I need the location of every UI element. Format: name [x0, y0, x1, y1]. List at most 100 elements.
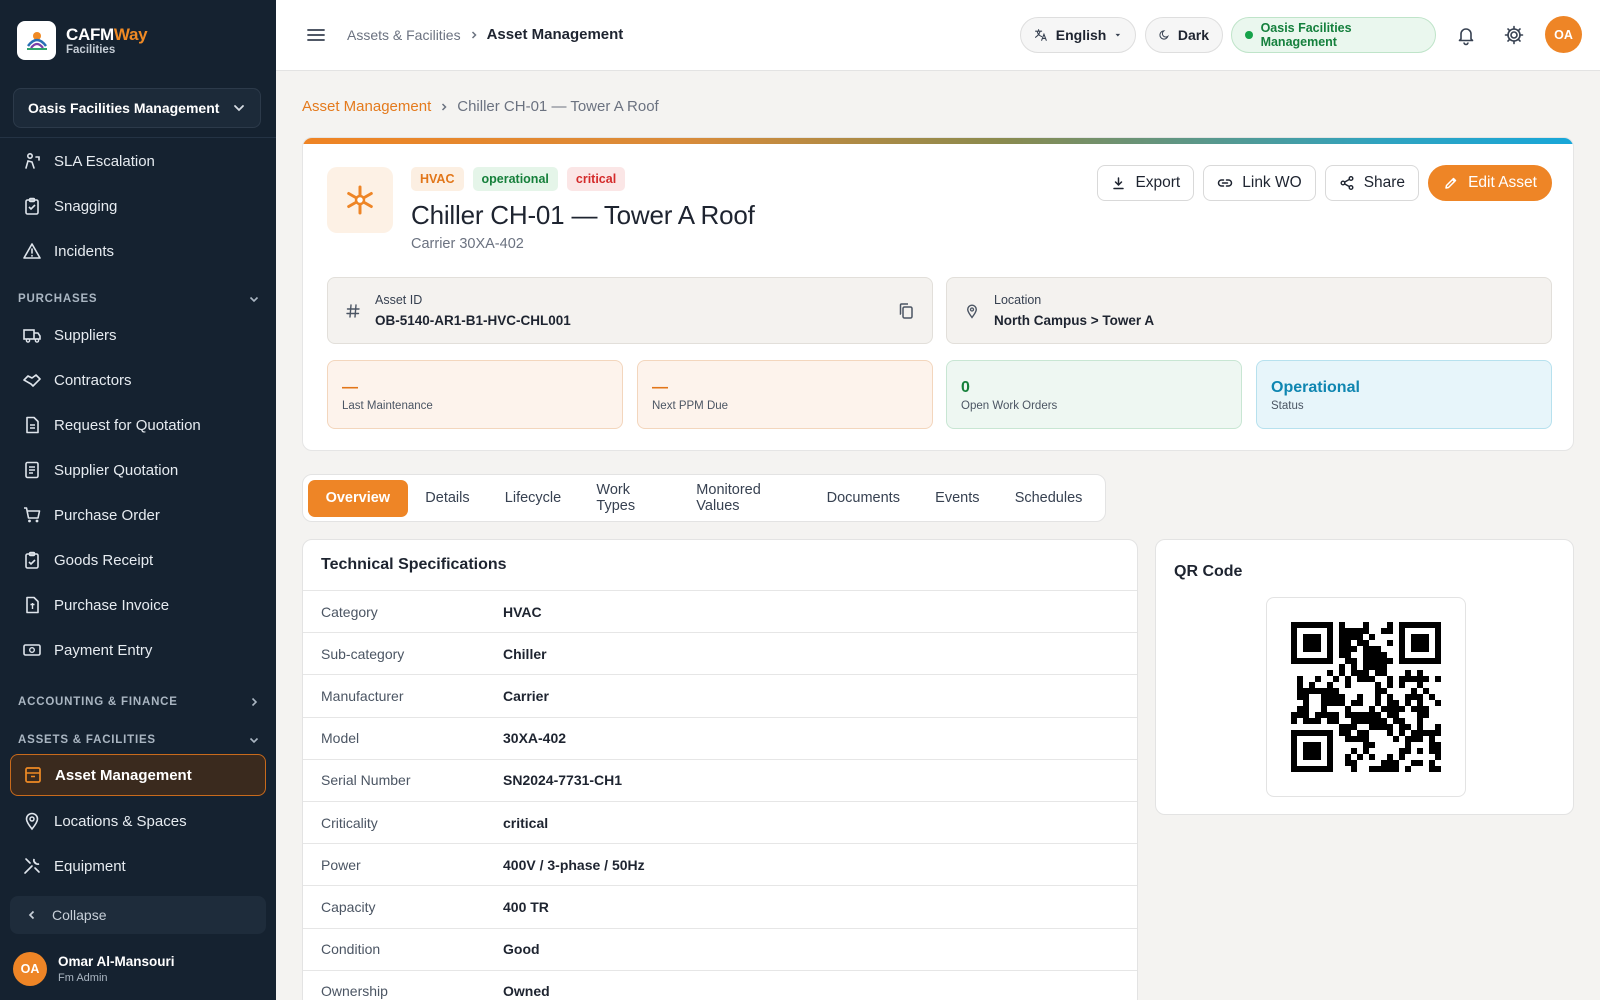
truck-icon	[23, 329, 41, 343]
stat-label: Last Maintenance	[342, 400, 433, 412]
link-wo-label: Link WO	[1242, 174, 1302, 191]
spec-value: Owned	[503, 983, 550, 1000]
sidebar-item-equipment[interactable]: Equipment	[10, 846, 266, 886]
sidebar-item-label: Locations & Spaces	[54, 812, 187, 830]
translate-icon	[1034, 29, 1047, 41]
tab-overview[interactable]: Overview	[308, 479, 408, 517]
spec-value: 400 TR	[503, 898, 549, 915]
handshake-icon	[23, 374, 41, 387]
tab-work-types[interactable]: Work Types	[579, 480, 679, 517]
org-status-badge[interactable]: Oasis Facilities Management	[1231, 17, 1436, 53]
sidebar-section-label: PURCHASES	[18, 293, 98, 305]
chevron-right-icon	[442, 102, 447, 111]
breadcrumb-current: Asset Management	[486, 26, 624, 43]
tools-icon	[24, 858, 40, 874]
brand-name: CAFMWay	[66, 24, 148, 44]
stat-label: Open Work Orders	[961, 400, 1058, 412]
bell-icon[interactable]	[1455, 24, 1477, 46]
sidebar-item-sla-escalation[interactable]: SLA Escalation	[10, 141, 266, 181]
gear-icon[interactable]	[1503, 24, 1525, 46]
breadcrumb-link[interactable]: Asset Management	[302, 98, 431, 115]
tab-schedules[interactable]: Schedules	[997, 480, 1100, 517]
tab-monitored-values[interactable]: Monitored Values	[679, 480, 809, 517]
tab-documents[interactable]: Documents	[809, 480, 918, 517]
export-button[interactable]: Export	[1097, 165, 1195, 201]
spec-value: critical	[503, 814, 549, 831]
tab-events[interactable]: Events	[918, 480, 998, 517]
chevron-down-icon	[234, 105, 244, 112]
asset-header-card: HVAC operational critical Chiller CH-01 …	[302, 137, 1574, 451]
spec-key: Category	[321, 603, 378, 620]
hamburger-menu-icon[interactable]	[305, 24, 327, 46]
breadcrumb: Assets & Facilities Asset Management	[347, 26, 623, 43]
sidebar-section-purchases[interactable]: PURCHASES	[18, 290, 260, 308]
org-status-label: Oasis Facilities Management	[1260, 21, 1352, 49]
table-row: Power 400V / 3-phase / 50Hz	[303, 843, 1137, 885]
sla-escalation-icon	[25, 152, 40, 169]
sidebar-user[interactable]: OA Omar Al-Mansouri Fm Admin	[13, 952, 175, 986]
theme-toggle[interactable]: Dark	[1145, 17, 1223, 53]
stat-next-ppm-due: — Next PPM Due	[637, 360, 933, 429]
sidebar-item-label: Contractors	[54, 371, 132, 389]
sidebar-item-label: Equipment	[54, 857, 126, 875]
qr-code-card: QR Code	[1155, 539, 1574, 815]
table-row: Criticality critical	[303, 800, 1137, 843]
stat-label: Status	[1271, 400, 1304, 412]
sidebar-item-label: Payment Entry	[54, 641, 153, 659]
sidebar: CAFMWay Facilities Oasis Facilities Mana…	[0, 0, 276, 1000]
sidebar-item-locations-spaces[interactable]: Locations & Spaces	[10, 801, 266, 841]
asset-id-value: OB-5140-AR1-B1-HVC-CHL001	[375, 313, 571, 328]
sidebar-item-supplier-quotation[interactable]: Supplier Quotation	[10, 450, 266, 490]
sidebar-item-goods-receipt[interactable]: Goods Receipt	[10, 540, 266, 580]
sidebar-item-incidents[interactable]: Incidents	[10, 231, 266, 271]
spec-key: Model	[321, 730, 360, 747]
link-wo-button[interactable]: Link WO	[1203, 165, 1316, 201]
status-dot-icon	[1245, 31, 1253, 39]
sidebar-item-purchase-invoice[interactable]: Purchase Invoice	[10, 585, 266, 625]
sidebar-item-payment-entry[interactable]: Payment Entry	[10, 630, 266, 670]
sidebar-item-purchase-order[interactable]: Purchase Order	[10, 495, 266, 535]
copy-icon[interactable]	[897, 302, 915, 320]
spec-key: Criticality	[321, 814, 378, 831]
location-box: Location North Campus > Tower A	[946, 277, 1552, 344]
sidebar-section-assets[interactable]: ASSETS & FACILITIES	[18, 731, 260, 749]
tab-lifecycle[interactable]: Lifecycle	[487, 480, 579, 517]
share-button[interactable]: Share	[1324, 165, 1420, 201]
spec-key: Power	[321, 856, 361, 873]
brand[interactable]: CAFMWay Facilities	[0, 0, 276, 80]
quotation-icon	[25, 461, 39, 479]
clipboard-check-icon	[25, 551, 39, 569]
breadcrumb-current: Chiller CH-01 — Tower A Roof	[457, 98, 659, 115]
language-selector[interactable]: English	[1020, 17, 1136, 53]
edit-asset-button[interactable]: Edit Asset	[1428, 165, 1552, 201]
sidebar-item-label: Request for Quotation	[54, 416, 201, 434]
table-row: Capacity 400 TR	[303, 885, 1137, 927]
sidebar-item-label: Asset Management	[55, 766, 192, 784]
sidebar-item-request-for-quotation[interactable]: Request for Quotation	[10, 405, 266, 445]
brand-logo-icon	[17, 20, 56, 60]
sidebar-item-asset-management[interactable]: Asset Management	[10, 754, 266, 796]
sidebar-item-suppliers[interactable]: Suppliers	[10, 315, 266, 355]
asset-id-box: Asset ID OB-5140-AR1-B1-HVC-CHL001	[327, 277, 933, 344]
sidebar-item-snagging[interactable]: Snagging	[10, 186, 266, 226]
stat-value: 0	[961, 379, 970, 396]
spec-key: Sub-category	[321, 645, 405, 662]
org-selector[interactable]: Oasis Facilities Management	[13, 88, 261, 128]
collapse-label: Collapse	[52, 907, 107, 923]
snowflake-icon	[327, 167, 393, 233]
spec-value: SN2024-7731-CH1	[503, 772, 623, 789]
tab-details[interactable]: Details	[408, 480, 488, 517]
spec-key: Manufacturer	[321, 687, 404, 704]
sidebar-section-accounting[interactable]: ACCOUNTING & FINANCE	[18, 693, 260, 711]
user-avatar[interactable]: OA	[1545, 16, 1582, 53]
spec-key: Serial Number	[321, 772, 411, 789]
breadcrumb-parent[interactable]: Assets & Facilities	[347, 27, 461, 43]
sidebar-item-contractors[interactable]: Contractors	[10, 360, 266, 400]
qr-code-frame[interactable]	[1266, 597, 1466, 797]
topbar: Assets & Facilities Asset Management Eng…	[276, 0, 1600, 71]
spec-value: Carrier	[503, 687, 549, 704]
accent-gradient-bar	[303, 138, 1573, 144]
collapse-button[interactable]: Collapse	[10, 896, 266, 934]
hash-icon	[346, 303, 360, 318]
table-row: Model 30XA-402	[303, 716, 1137, 759]
